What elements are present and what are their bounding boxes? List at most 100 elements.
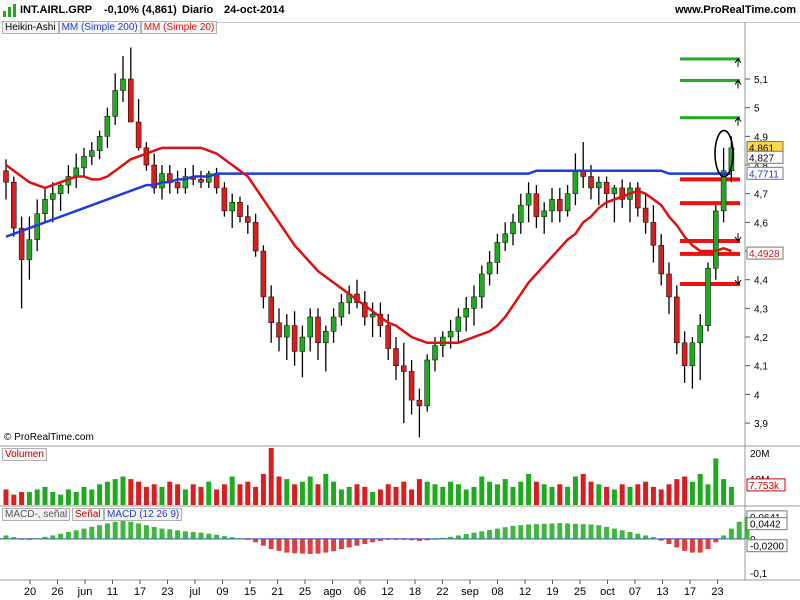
x-tick-label: 26 <box>51 586 63 598</box>
volume-bar <box>58 494 64 505</box>
volume-bar <box>26 492 32 505</box>
candle-up <box>479 273 485 298</box>
candle-up <box>424 359 430 407</box>
candle-down <box>268 296 274 323</box>
macd-panel-label-a[interactable]: MACD-, señal <box>2 508 71 521</box>
price-tag-label: 4,827 <box>749 153 774 164</box>
macd-histogram-bar <box>143 525 149 539</box>
candle-up <box>705 267 711 326</box>
candle-up <box>120 78 126 91</box>
price-y-tick-label: 4,4 <box>754 276 768 287</box>
volume-bar <box>526 473 532 505</box>
volume-bar <box>440 486 446 505</box>
volume-bar <box>713 458 719 505</box>
volume-bar <box>401 481 407 505</box>
macd-panel-label-b[interactable]: Señal <box>72 508 104 521</box>
candle-down <box>416 399 423 407</box>
candle-down <box>557 199 563 212</box>
macd-histogram-bar <box>214 534 220 539</box>
macd-histogram-bar <box>120 520 126 539</box>
macd-histogram-bar <box>331 538 337 552</box>
x-tick-label: 17 <box>134 586 146 598</box>
candle-up <box>323 331 329 344</box>
macd-histogram-bar <box>182 531 188 539</box>
macd-histogram-bar <box>448 536 454 539</box>
x-tick-label: 06 <box>354 586 366 598</box>
volume-bar <box>455 484 461 505</box>
macd-histogram-bar <box>494 528 500 539</box>
volume-bar <box>377 489 383 505</box>
macd-histogram-bar <box>136 523 142 539</box>
candle-down <box>221 187 228 212</box>
candle-up <box>564 193 571 212</box>
candle-up <box>541 210 547 217</box>
candle-up <box>299 336 306 352</box>
macd-histogram-bar <box>97 525 103 539</box>
macd-histogram-bar <box>635 533 641 539</box>
macd-histogram-bar <box>736 521 742 539</box>
volume-bar <box>190 484 196 505</box>
x-tick-label: 07 <box>629 586 641 598</box>
candle-up <box>697 325 703 344</box>
volume-bar <box>627 486 633 505</box>
volume-panel-label[interactable]: Volumen <box>2 448 47 461</box>
price-y-tick-label: 4,3 <box>754 304 768 315</box>
candle-up <box>689 342 696 366</box>
volume-bar <box>221 484 227 505</box>
volume-bar <box>549 486 555 505</box>
volume-bar <box>323 473 329 505</box>
candle-down <box>252 222 259 252</box>
price-y-tick-label: 4,2 <box>754 333 768 344</box>
macd-histogram-bar <box>401 538 407 540</box>
macd-histogram-bar <box>611 528 617 539</box>
macd-histogram-bar <box>292 538 298 554</box>
price-y-tick-label: 4 <box>754 390 760 401</box>
macd-histogram-bar <box>705 538 711 550</box>
volume-bar <box>167 481 173 505</box>
macd-y-tick-label: 0,0442 <box>750 520 781 531</box>
candle-up <box>42 199 48 215</box>
macd-histogram-bar <box>440 537 446 539</box>
macd-histogram-bar <box>518 525 524 539</box>
volume-bar <box>292 484 298 505</box>
volume-bar <box>276 476 282 505</box>
volume-bar <box>120 476 126 505</box>
macd-histogram-bar <box>112 521 118 539</box>
x-tick-label: 25 <box>299 586 311 598</box>
macd-panel-label-c[interactable]: MACD (12 26 9) <box>104 508 183 521</box>
candle-up <box>596 181 602 189</box>
volume-bar <box>331 481 337 505</box>
candle-down <box>401 365 407 372</box>
macd-histogram-bar <box>315 538 321 554</box>
macd-histogram-bar <box>237 538 243 540</box>
volume-bar <box>299 481 305 505</box>
volume-bar <box>3 489 9 505</box>
volume-bar <box>518 481 524 505</box>
candle-up <box>89 150 95 157</box>
volume-bar <box>268 448 274 505</box>
x-tick-label: 20 <box>24 586 36 598</box>
candle-up <box>338 302 345 318</box>
volume-tag-label: 7,753k <box>749 481 780 492</box>
x-tick-label: 25 <box>574 586 586 598</box>
macd-histogram-bar <box>65 532 71 539</box>
macd-histogram-bar <box>268 538 274 550</box>
volume-bar <box>580 473 586 505</box>
volume-bar <box>182 489 188 505</box>
volume-bar <box>697 473 703 505</box>
candle-up <box>518 204 524 223</box>
volume-bar <box>611 489 617 505</box>
candle-down <box>276 322 282 338</box>
macd-histogram-bar <box>346 538 352 548</box>
price-y-tick-label: 3,9 <box>754 419 768 430</box>
macd-y-tick-label: -0,1 <box>750 569 768 580</box>
candle-down <box>408 371 415 401</box>
candle-down <box>198 179 204 183</box>
green-level-line <box>680 57 740 61</box>
volume-bar <box>143 486 149 505</box>
candle-up <box>81 156 87 169</box>
candle-down <box>135 121 142 149</box>
volume-bar <box>198 486 204 505</box>
volume-bar <box>346 486 352 505</box>
volume-bar <box>354 484 360 505</box>
